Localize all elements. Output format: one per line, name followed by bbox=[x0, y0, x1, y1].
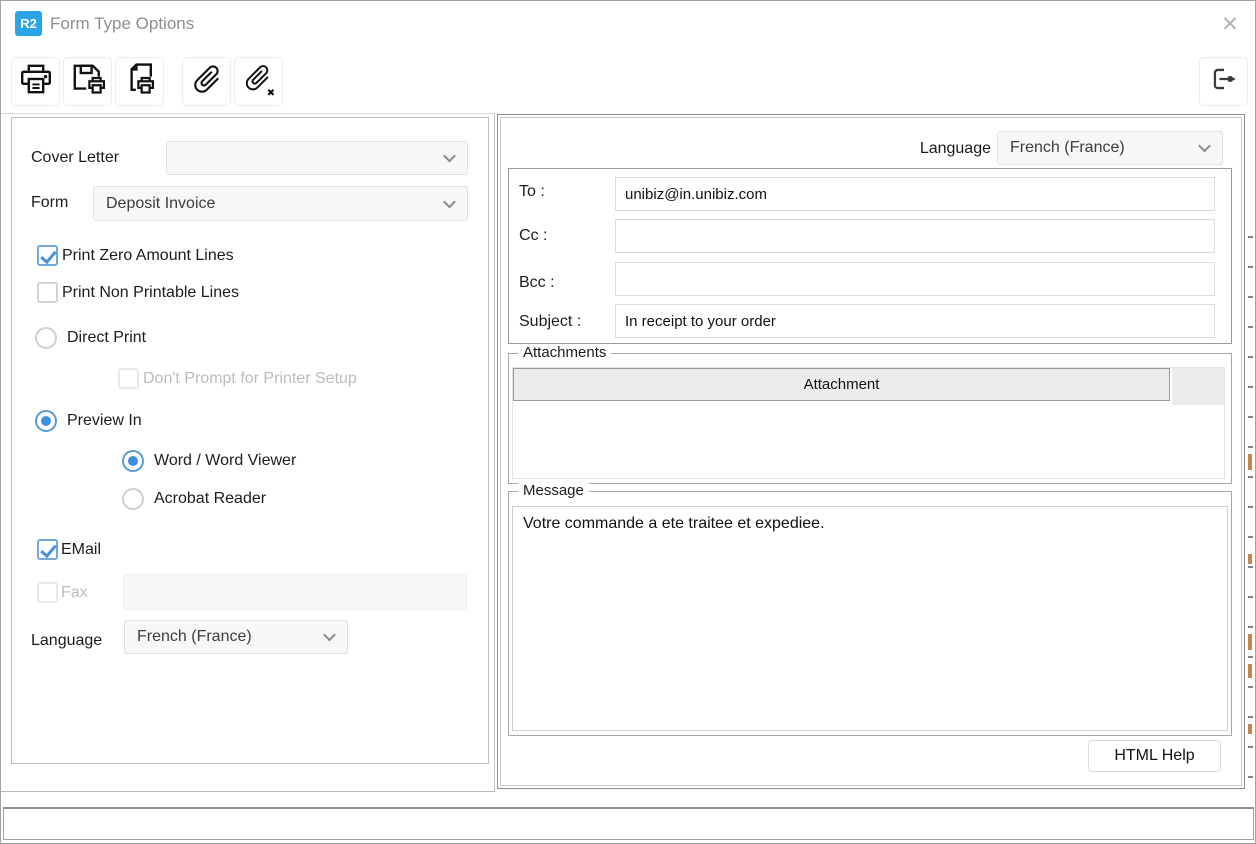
acrobat-reader-label[interactable]: Acrobat Reader bbox=[154, 490, 266, 508]
word-viewer-label[interactable]: Word / Word Viewer bbox=[154, 452, 296, 470]
message-text-area[interactable]: Votre commande a ete traitee et expediee… bbox=[512, 506, 1228, 731]
bcc-input[interactable] bbox=[615, 262, 1215, 296]
cc-input[interactable] bbox=[615, 219, 1215, 253]
form-label: Form bbox=[31, 194, 68, 212]
exit-icon bbox=[1207, 62, 1241, 101]
cover-letter-label: Cover Letter bbox=[31, 149, 119, 167]
attachment-column-header[interactable]: Attachment bbox=[513, 368, 1170, 401]
language-dropdown-left[interactable]: French (France) bbox=[124, 620, 348, 654]
bcc-label: Bcc : bbox=[519, 274, 555, 292]
chevron-down-icon bbox=[443, 150, 456, 163]
page-print-button[interactable] bbox=[115, 57, 164, 106]
paperclip-x-icon bbox=[242, 62, 276, 101]
fax-checkbox bbox=[37, 582, 58, 603]
language-label-left: Language bbox=[31, 632, 102, 650]
save-and-print-button[interactable] bbox=[63, 57, 112, 106]
save-print-icon bbox=[70, 61, 106, 102]
form-value: Deposit Invoice bbox=[106, 195, 215, 213]
subject-input[interactable] bbox=[615, 304, 1215, 338]
cc-label: Cc : bbox=[519, 227, 547, 245]
email-label[interactable]: EMail bbox=[61, 541, 101, 559]
page-print-icon bbox=[122, 61, 158, 102]
fax-number-field bbox=[123, 574, 467, 610]
chevron-down-icon bbox=[323, 629, 336, 642]
to-input[interactable] bbox=[615, 177, 1215, 211]
fax-label: Fax bbox=[61, 584, 88, 602]
email-checkbox[interactable] bbox=[37, 539, 58, 560]
preview-in-radio[interactable] bbox=[35, 410, 57, 432]
dont-prompt-checkbox bbox=[118, 368, 139, 389]
direct-print-radio[interactable] bbox=[35, 327, 57, 349]
background-window-sliver bbox=[1248, 236, 1253, 801]
printer-icon bbox=[18, 61, 54, 102]
exit-button[interactable] bbox=[1199, 57, 1248, 106]
attachments-legend: Attachments bbox=[518, 344, 611, 361]
close-icon[interactable]: ✕ bbox=[1211, 7, 1249, 41]
message-legend: Message bbox=[518, 482, 589, 499]
cover-letter-dropdown[interactable] bbox=[166, 141, 468, 175]
language-value-left: French (France) bbox=[137, 628, 252, 646]
word-viewer-radio[interactable] bbox=[122, 450, 144, 472]
remove-attachment-button[interactable] bbox=[234, 57, 283, 106]
html-help-button[interactable]: HTML Help bbox=[1088, 740, 1221, 772]
status-bar bbox=[3, 807, 1254, 840]
preview-in-label[interactable]: Preview In bbox=[67, 412, 142, 430]
chevron-down-icon bbox=[1198, 140, 1211, 153]
form-type-options-dialog: R2 Form Type Options ✕ bbox=[0, 0, 1256, 844]
attachment-header-filler bbox=[1172, 368, 1224, 405]
language-value-right: French (France) bbox=[1010, 139, 1125, 157]
language-dropdown-right[interactable]: French (France) bbox=[997, 131, 1223, 165]
attach-file-button[interactable] bbox=[182, 57, 231, 106]
paperclip-icon bbox=[190, 62, 224, 101]
print-non-printable-label[interactable]: Print Non Printable Lines bbox=[62, 284, 239, 302]
dont-prompt-label: Don't Prompt for Printer Setup bbox=[143, 370, 357, 388]
acrobat-reader-radio[interactable] bbox=[122, 488, 144, 510]
r2-app-icon: R2 bbox=[15, 11, 42, 36]
subject-label: Subject : bbox=[519, 313, 581, 331]
form-dropdown[interactable]: Deposit Invoice bbox=[93, 186, 468, 221]
chevron-down-icon bbox=[443, 195, 456, 208]
print-zero-amount-checkbox[interactable] bbox=[37, 245, 58, 266]
direct-print-label[interactable]: Direct Print bbox=[67, 329, 146, 347]
print-button[interactable] bbox=[11, 57, 60, 106]
language-label-right: Language bbox=[881, 140, 991, 158]
print-non-printable-checkbox[interactable] bbox=[37, 282, 58, 303]
to-label: To : bbox=[519, 183, 545, 201]
print-zero-amount-label[interactable]: Print Zero Amount Lines bbox=[62, 247, 234, 265]
dialog-title: Form Type Options bbox=[50, 14, 194, 34]
